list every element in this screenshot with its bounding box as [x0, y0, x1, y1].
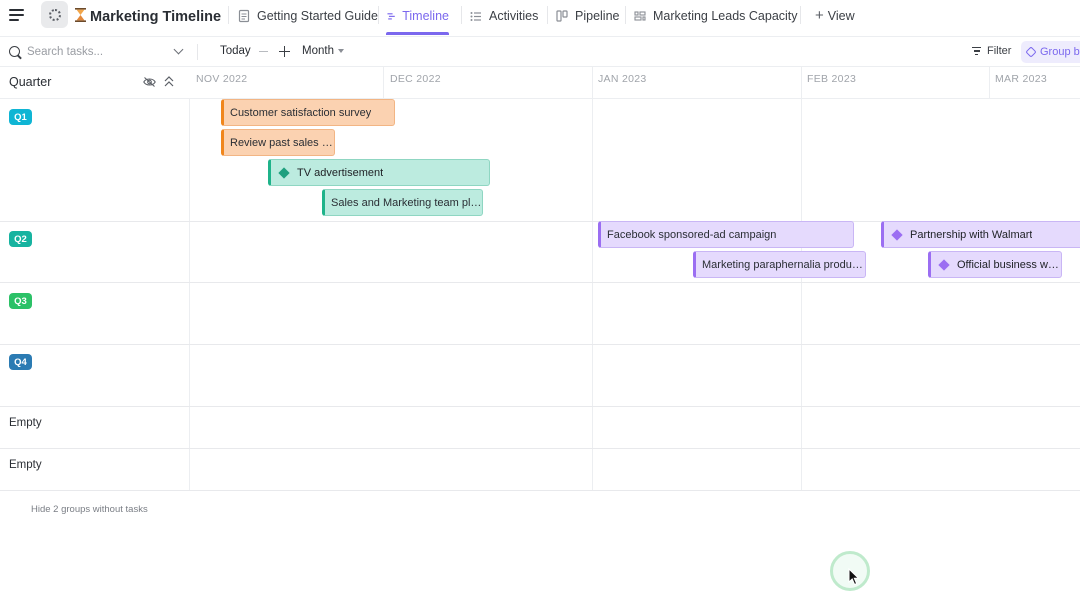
page-title: Marketing Timeline	[75, 7, 221, 25]
tab-divider	[228, 6, 229, 24]
collapse-all-icon[interactable]	[164, 76, 174, 87]
tab-activities[interactable]: Activities	[469, 0, 538, 31]
tab-getting-started-guide[interactable]: Getting Started Guide	[237, 0, 378, 31]
task-bar-milestone[interactable]: Partnership with Walmart	[881, 221, 1080, 248]
row-divider	[0, 406, 1080, 407]
tab-pipeline[interactable]: Pipeline	[555, 0, 619, 31]
task-bar[interactable]: Marketing paraphernalia product...	[693, 251, 866, 278]
group-by-button[interactable]: Group by	[1021, 41, 1080, 63]
hide-empty-groups-link[interactable]: Hide 2 groups without tasks	[31, 504, 148, 515]
caret-down-icon	[337, 49, 344, 53]
timeline-icon	[387, 12, 395, 20]
tab-divider	[461, 6, 462, 24]
group-label-empty: Empty	[9, 417, 42, 429]
page-title-text: Marketing Timeline	[90, 9, 222, 25]
mouse-cursor-icon	[848, 568, 860, 586]
add-view-button[interactable]: + View	[815, 0, 855, 31]
task-name: Partnership with Walmart	[910, 228, 1033, 241]
tab-marketing-leads-capacity[interactable]: Marketing Leads Capacity	[633, 0, 798, 31]
task-bar-milestone[interactable]: Official business we...	[928, 251, 1062, 278]
group-badge-q2[interactable]: Q2	[9, 231, 32, 247]
timeline-header: Quarter NOV 2022 DEC 2022 JAN 2023 FEB 2…	[0, 67, 1080, 99]
tab-divider	[625, 6, 626, 24]
search-box	[9, 37, 189, 66]
zoom-out-icon[interactable]	[259, 51, 268, 53]
month-header: NOV 2022	[196, 73, 248, 85]
tab-divider	[800, 6, 801, 24]
search-icon	[9, 46, 20, 57]
milestone-diamond-icon	[891, 228, 903, 241]
task-name: Customer satisfaction survey	[230, 106, 372, 119]
month-header: JAN 2023	[598, 73, 647, 85]
loading-ring-icon	[48, 8, 61, 21]
doc-icon	[238, 9, 250, 22]
tab-divider	[378, 6, 379, 24]
tab-timeline[interactable]: Timeline	[386, 0, 449, 35]
toolbar: Today Month Filter Group by	[0, 36, 1080, 67]
row-divider	[0, 490, 1080, 491]
task-bar[interactable]: Facebook sponsored-ad campaign	[598, 221, 854, 248]
grid-line	[383, 67, 384, 99]
group-column-divider	[189, 99, 190, 491]
grid-line	[592, 99, 593, 491]
top-bar: Marketing Timeline Getting Started Guide…	[0, 0, 1080, 35]
row-divider	[0, 448, 1080, 449]
add-view-label: View	[827, 8, 855, 23]
row-divider	[0, 344, 1080, 345]
group-label-empty: Empty	[9, 459, 42, 471]
grid-line	[592, 67, 593, 99]
hamburger-menu-icon[interactable]	[9, 8, 25, 22]
task-name: Review past sales a...	[230, 136, 334, 149]
milestone-diamond-icon	[938, 258, 950, 271]
milestone-diamond-icon	[278, 166, 290, 179]
tab-label: Timeline	[402, 8, 449, 23]
task-name: TV advertisement	[297, 166, 384, 179]
month-header: MAR 2023	[995, 73, 1048, 85]
filter-label: Filter	[987, 45, 1012, 57]
workload-icon	[634, 10, 646, 21]
grid-line	[801, 99, 802, 491]
task-bar[interactable]: Sales and Marketing team pla...	[322, 189, 483, 216]
filter-icon	[972, 47, 981, 55]
toolbar-divider	[197, 44, 198, 60]
tab-label: Pipeline	[575, 8, 620, 23]
zoom-in-icon[interactable]	[279, 46, 290, 57]
task-name: Facebook sponsored-ad campaign	[607, 228, 777, 241]
plus-icon: +	[815, 7, 824, 24]
group-badge-q1[interactable]: Q1	[9, 109, 32, 125]
tab-label: Marketing Leads Capacity	[653, 8, 798, 23]
group-column-label: Quarter	[9, 75, 52, 89]
list-icon	[470, 11, 481, 21]
task-bar[interactable]: Customer satisfaction survey	[221, 99, 395, 126]
board-icon	[556, 9, 568, 22]
filter-button[interactable]: Filter	[972, 45, 1011, 57]
row-divider	[0, 282, 1080, 283]
timescale-label: Month	[302, 45, 334, 57]
hourglass-icon	[75, 8, 86, 22]
eye-slash-icon[interactable]	[143, 77, 156, 87]
task-bar-milestone[interactable]: TV advertisement	[268, 159, 490, 186]
task-bar[interactable]: Review past sales a...	[221, 129, 335, 156]
task-name: Marketing paraphernalia product...	[702, 258, 865, 271]
today-button[interactable]: Today	[220, 45, 251, 57]
month-header: FEB 2023	[807, 73, 857, 85]
month-header: DEC 2022	[390, 73, 441, 85]
group-badge-q3[interactable]: Q3	[9, 293, 32, 309]
task-name: Sales and Marketing team pla...	[331, 196, 482, 209]
space-icon-button[interactable]	[41, 1, 68, 28]
group-by-label: Group by	[1040, 46, 1080, 58]
layers-icon	[1025, 46, 1037, 58]
group-badge-q4[interactable]: Q4	[9, 354, 32, 370]
grid-line	[989, 67, 990, 99]
tab-label: Getting Started Guide	[257, 8, 378, 23]
search-input[interactable]	[27, 45, 177, 58]
tab-label: Activities	[489, 8, 539, 23]
timescale-dropdown[interactable]: Month	[302, 45, 344, 57]
tab-divider	[547, 6, 548, 24]
grid-line	[801, 67, 802, 99]
task-name: Official business we...	[957, 258, 1061, 271]
